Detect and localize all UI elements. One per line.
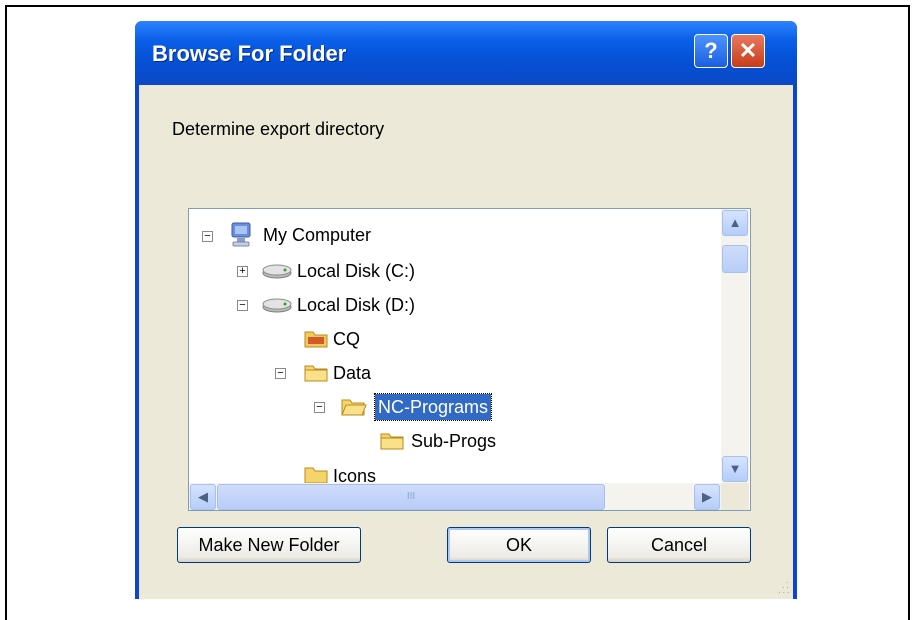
folder-icon xyxy=(304,467,328,484)
scroll-down-button[interactable]: ▼ xyxy=(722,456,748,482)
vertical-scroll-thumb[interactable] xyxy=(722,245,748,273)
close-button[interactable]: ✕ xyxy=(731,34,765,68)
folder-tree-view[interactable]: − My Computer + Local Disk (C:) − Local … xyxy=(188,208,751,511)
make-new-folder-label: Make New Folder xyxy=(198,535,340,555)
tree-node-nc-programs[interactable]: NC-Programs xyxy=(373,393,493,421)
folder-open-icon xyxy=(341,399,367,416)
title-bar[interactable]: Browse For Folder ? ✕ xyxy=(135,21,797,85)
collapse-toggle[interactable]: − xyxy=(237,300,248,311)
collapse-toggle[interactable]: − xyxy=(202,231,213,242)
cancel-button[interactable]: Cancel xyxy=(607,527,751,563)
drive-icon xyxy=(262,298,292,313)
vertical-scrollbar[interactable]: ▲ ▼ xyxy=(721,209,749,483)
browse-for-folder-dialog: Browse For Folder ? ✕ Determine export d… xyxy=(135,21,797,599)
tree-node-cq[interactable]: CQ xyxy=(333,326,360,352)
collapse-toggle[interactable]: − xyxy=(314,402,325,413)
dialog-title: Browse For Folder xyxy=(152,41,347,66)
scroll-up-button[interactable]: ▲ xyxy=(722,210,748,236)
make-new-folder-button[interactable]: Make New Folder xyxy=(177,527,361,563)
help-button[interactable]: ? xyxy=(694,34,728,68)
folder-icon xyxy=(304,331,328,348)
collapse-toggle[interactable]: − xyxy=(275,368,286,379)
scroll-left-button[interactable]: ◀ xyxy=(190,484,216,510)
tree-node-local-disk-d[interactable]: Local Disk (D:) xyxy=(297,292,415,318)
computer-icon xyxy=(231,222,251,247)
tree-node-local-disk-c[interactable]: Local Disk (C:) xyxy=(297,258,415,284)
horizontal-scrollbar[interactable]: ◀ III ▶ xyxy=(189,483,721,510)
scrollbar-corner xyxy=(721,483,749,510)
dialog-description: Determine export directory xyxy=(172,119,385,139)
folder-icon xyxy=(304,365,328,382)
dialog-client-area: Determine export directory − My Computer… xyxy=(139,85,793,599)
tree-node-data[interactable]: Data xyxy=(333,360,371,386)
horizontal-scroll-thumb[interactable]: III xyxy=(217,484,605,510)
ok-button[interactable]: OK xyxy=(447,527,591,563)
scroll-right-button[interactable]: ▶ xyxy=(694,484,720,510)
folder-icon xyxy=(380,433,404,450)
tree-node-sub-progs[interactable]: Sub-Progs xyxy=(411,428,496,454)
tree-node-my-computer[interactable]: My Computer xyxy=(263,222,371,248)
drive-icon xyxy=(262,264,292,279)
resize-grip[interactable]: · ·· ··· xyxy=(774,578,791,598)
expand-toggle[interactable]: + xyxy=(237,266,248,277)
